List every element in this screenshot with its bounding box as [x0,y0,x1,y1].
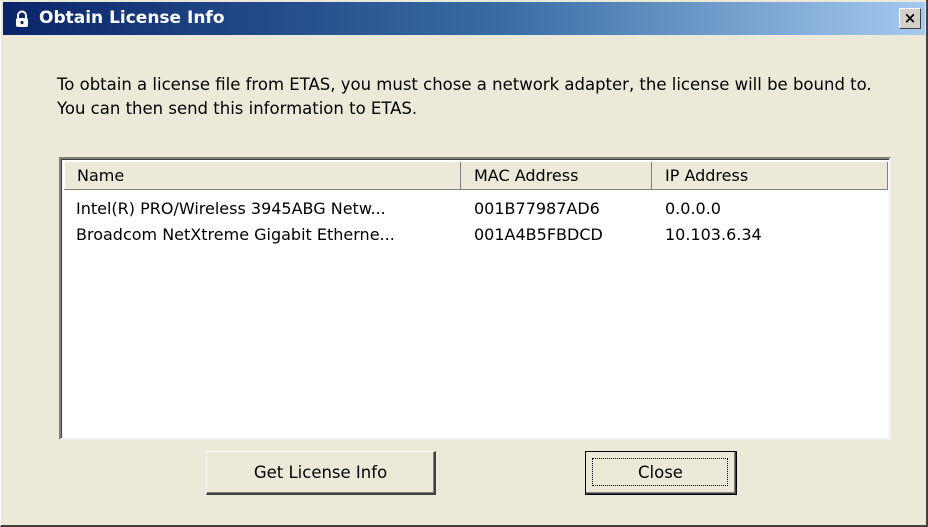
adapter-name: Broadcom NetXtreme Gigabit Etherne... [76,225,395,244]
close-window-button[interactable]: × [899,8,921,29]
instructions-text: To obtain a license file from ETAS, you … [57,75,872,118]
column-header-ip-address[interactable]: IP Address [652,162,888,189]
window-title: Obtain License Info [39,8,225,28]
list-header: Name MAC Address IP Address [64,162,888,190]
get-license-info-button[interactable]: Get License Info [206,451,436,495]
adapter-name: Intel(R) PRO/Wireless 3945ABG Netw... [76,199,386,218]
adapter-row[interactable]: Intel(R) PRO/Wireless 3945ABG Netw... 00… [64,196,888,221]
column-header-mac-address[interactable]: MAC Address [461,162,652,189]
title-bar[interactable]: Obtain License Info × [3,2,925,35]
close-button[interactable]: Close [585,451,737,495]
column-header-name[interactable]: Name [64,162,461,189]
padlock-icon [16,10,28,27]
adapter-mac: 001A4B5FBDCD [474,225,603,244]
focus-rectangle [592,458,728,486]
adapter-ip: 0.0.0.0 [665,199,721,218]
adapter-mac: 001B77987AD6 [474,199,600,218]
obtain-license-dialog: Obtain License Info × To obtain a licens… [0,0,928,527]
network-adapter-list[interactable]: Name MAC Address IP Address Intel(R) PRO… [59,157,891,440]
adapter-row[interactable]: Broadcom NetXtreme Gigabit Etherne... 00… [64,222,888,247]
adapter-ip: 10.103.6.34 [665,225,762,244]
